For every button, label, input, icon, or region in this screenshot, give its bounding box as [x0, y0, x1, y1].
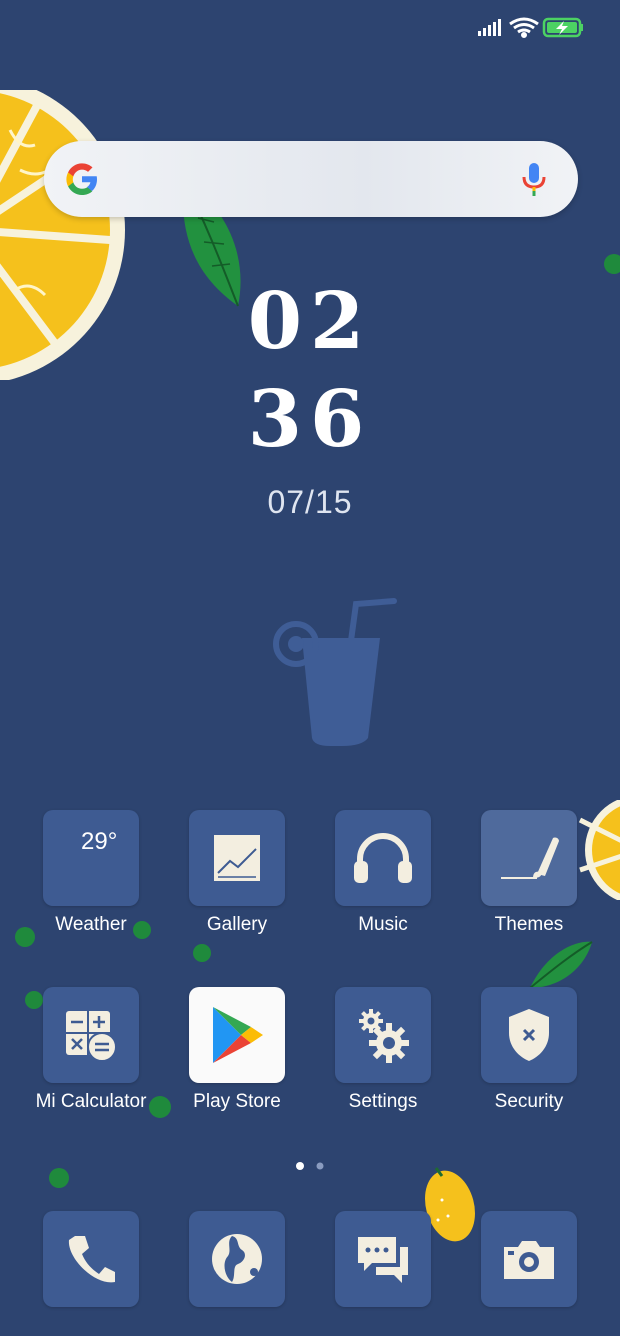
phone-icon: [68, 1236, 115, 1283]
wifi-icon: [509, 17, 539, 38]
paintbrush-icon: [501, 837, 559, 879]
status-bar: [476, 14, 586, 44]
app-themes[interactable]: Themes: [456, 810, 602, 936]
clock-date[interactable]: 07/15: [0, 484, 620, 521]
app-play-store[interactable]: Play Store: [164, 987, 310, 1113]
app-security[interactable]: Security: [456, 987, 602, 1113]
app-label: Play Store: [193, 1091, 281, 1112]
app-label: Security: [494, 1091, 564, 1112]
headphones-icon: [354, 833, 412, 883]
app-music[interactable]: Music: [310, 810, 456, 936]
app-label: Weather: [55, 914, 127, 935]
app-settings[interactable]: Settings: [310, 987, 456, 1113]
messages-icon: [358, 1237, 408, 1283]
gears-icon: [359, 1009, 409, 1063]
app-mi-calculator[interactable]: Mi Calculator: [18, 987, 164, 1113]
gallery-icon: [214, 835, 260, 881]
play-store-icon: [213, 1007, 263, 1063]
clock-hour[interactable]: 02: [0, 276, 620, 367]
clock-minute[interactable]: 36: [0, 374, 620, 465]
dock-messages[interactable]: [310, 1211, 456, 1307]
app-gallery[interactable]: Gallery: [164, 810, 310, 936]
shield-icon: [509, 1009, 549, 1061]
dock-camera[interactable]: [456, 1211, 602, 1307]
calculator-icon: [66, 1011, 117, 1062]
app-label: Gallery: [206, 914, 268, 935]
battery-charging-icon: [542, 17, 583, 38]
app-weather[interactable]: 29° Weather: [18, 810, 164, 936]
google-g-icon: [66, 163, 97, 195]
dock-browser[interactable]: [164, 1211, 310, 1307]
browser-icon: [212, 1234, 262, 1284]
app-label: Settings: [348, 1091, 418, 1112]
signal-bars-icon: [478, 19, 501, 36]
dock-phone[interactable]: [18, 1211, 164, 1307]
app-label: Themes: [494, 914, 564, 935]
weather-temperature: 29°: [81, 828, 118, 855]
weather-icon: 29°: [43, 810, 139, 906]
microphone-icon[interactable]: [520, 161, 548, 199]
app-label: Mi Calculator: [35, 1091, 147, 1112]
google-search-bar[interactable]: [44, 141, 578, 217]
camera-icon: [504, 1241, 554, 1279]
app-label: Music: [358, 914, 408, 935]
leaf-right-wallpaper: [529, 941, 593, 989]
page-indicator[interactable]: [294, 1160, 334, 1172]
juice-glass-wallpaper: [273, 598, 397, 746]
